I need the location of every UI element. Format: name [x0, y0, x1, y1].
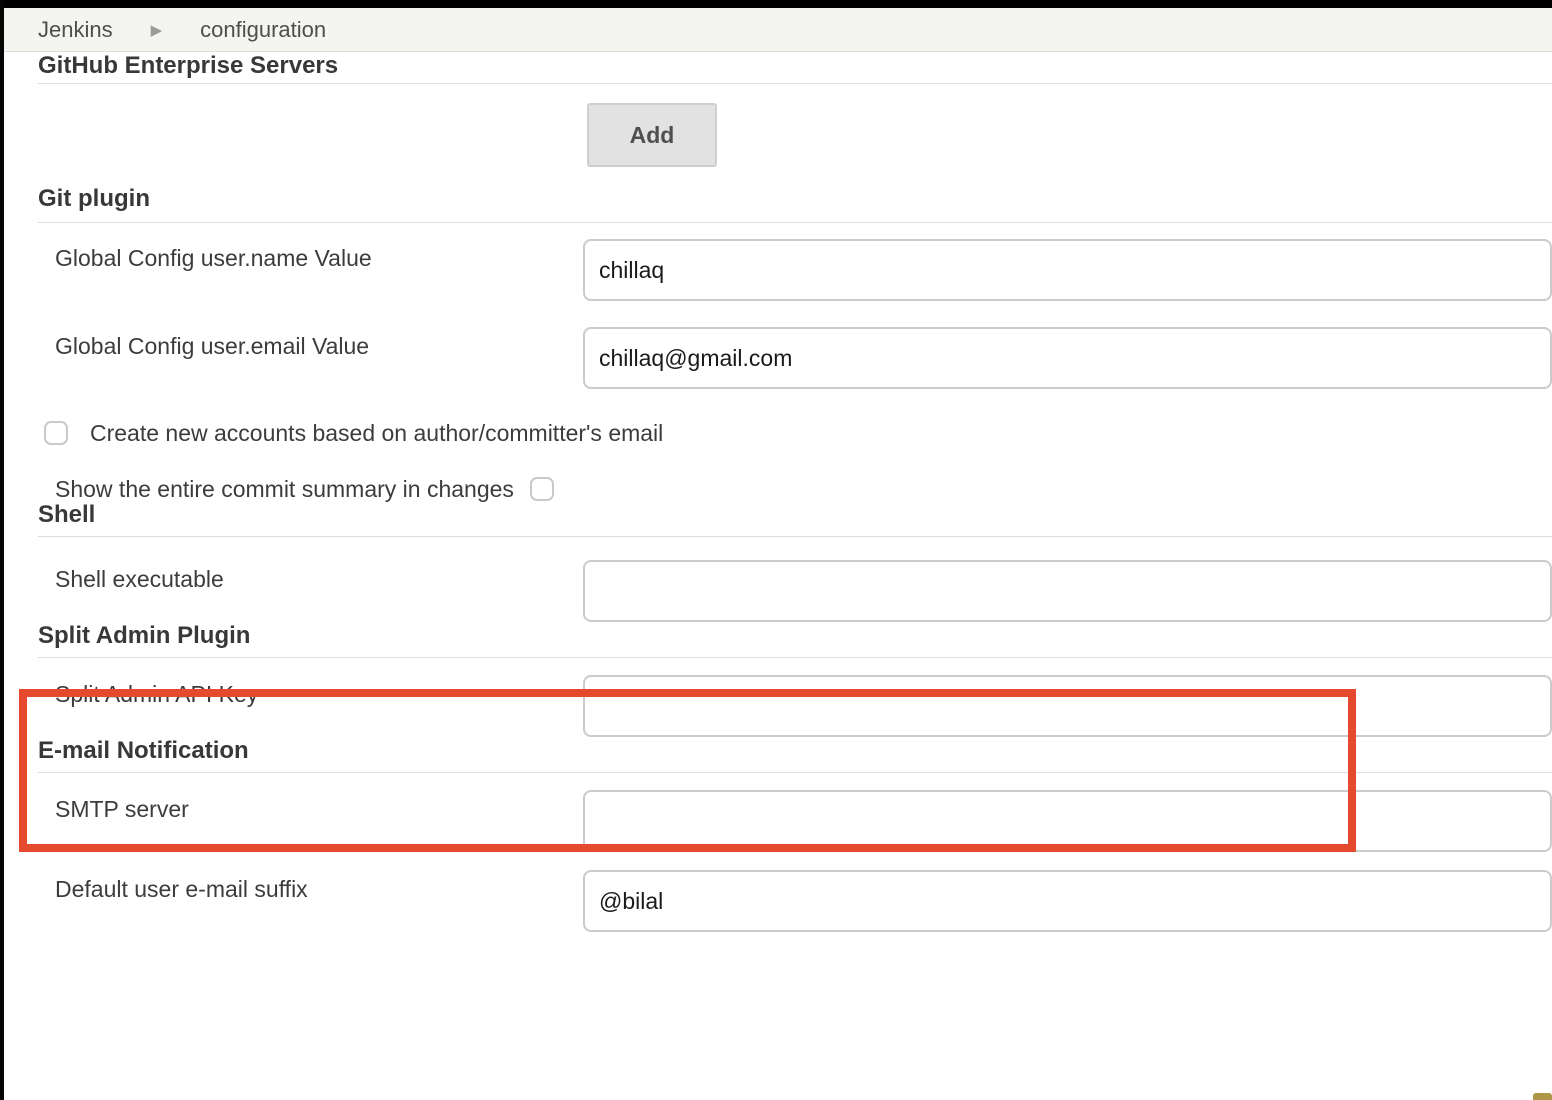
form-row: Shell executable	[38, 560, 1552, 622]
smtp-server-input[interactable]	[583, 790, 1552, 852]
form-row: SMTP server	[38, 790, 1552, 852]
form-row: Global Config user.email Value	[38, 327, 1552, 389]
section-title-split-admin-plugin: Split Admin Plugin	[38, 622, 1552, 650]
section-divider	[38, 772, 1552, 773]
left-edge-strip	[0, 0, 4, 1100]
form-row: Global Config user.name Value	[38, 239, 1552, 301]
split-admin-api-key-input[interactable]	[583, 675, 1552, 737]
global-config-useremail-label: Global Config user.email Value	[38, 327, 583, 360]
section-title-shell: Shell	[38, 501, 1552, 529]
add-github-server-button[interactable]: Add	[587, 103, 717, 167]
breadcrumb-item-jenkins[interactable]: Jenkins	[38, 17, 113, 43]
breadcrumb: Jenkins ▶ configuration	[0, 8, 1552, 52]
config-form: GitHub Enterprise Servers Add Git plugin…	[0, 52, 1552, 932]
gold-icon-fragment	[1533, 1093, 1552, 1100]
top-black-bar	[0, 0, 1552, 8]
section-title-email-notification: E-mail Notification	[38, 737, 1552, 765]
default-email-suffix-label: Default user e-mail suffix	[38, 870, 583, 903]
create-accounts-checkbox[interactable]	[44, 421, 68, 445]
split-admin-api-key-label: Split Admin API Key	[38, 675, 583, 708]
global-config-username-input[interactable]	[583, 239, 1552, 301]
shell-executable-input[interactable]	[583, 560, 1552, 622]
form-row: Default user e-mail suffix	[38, 870, 1552, 932]
commit-summary-checkbox[interactable]	[530, 477, 554, 501]
section-title-github-enterprise-servers: GitHub Enterprise Servers	[38, 52, 1552, 80]
section-divider	[38, 536, 1552, 537]
jenkins-configure-page: Jenkins ▶ configuration GitHub Enterpris…	[0, 0, 1552, 1100]
chevron-right-icon: ▶	[151, 21, 163, 39]
shell-executable-label: Shell executable	[38, 560, 583, 593]
global-config-username-label: Global Config user.name Value	[38, 239, 583, 272]
smtp-server-label: SMTP server	[38, 790, 583, 823]
global-config-useremail-input[interactable]	[583, 327, 1552, 389]
section-title-git-plugin: Git plugin	[38, 185, 1552, 213]
section-divider	[38, 657, 1552, 658]
commit-summary-checkbox-label: Show the entire commit summary in change…	[55, 476, 514, 503]
form-row: Split Admin API Key	[38, 675, 1552, 737]
default-email-suffix-input[interactable]	[583, 870, 1552, 932]
create-accounts-checkbox-row: Create new accounts based on author/comm…	[38, 421, 1552, 445]
commit-summary-checkbox-row: Show the entire commit summary in change…	[38, 477, 1552, 501]
section-divider	[38, 83, 1552, 84]
section-divider	[38, 222, 1552, 223]
breadcrumb-item-configuration[interactable]: configuration	[200, 17, 326, 43]
create-accounts-checkbox-label: Create new accounts based on author/comm…	[90, 420, 663, 447]
